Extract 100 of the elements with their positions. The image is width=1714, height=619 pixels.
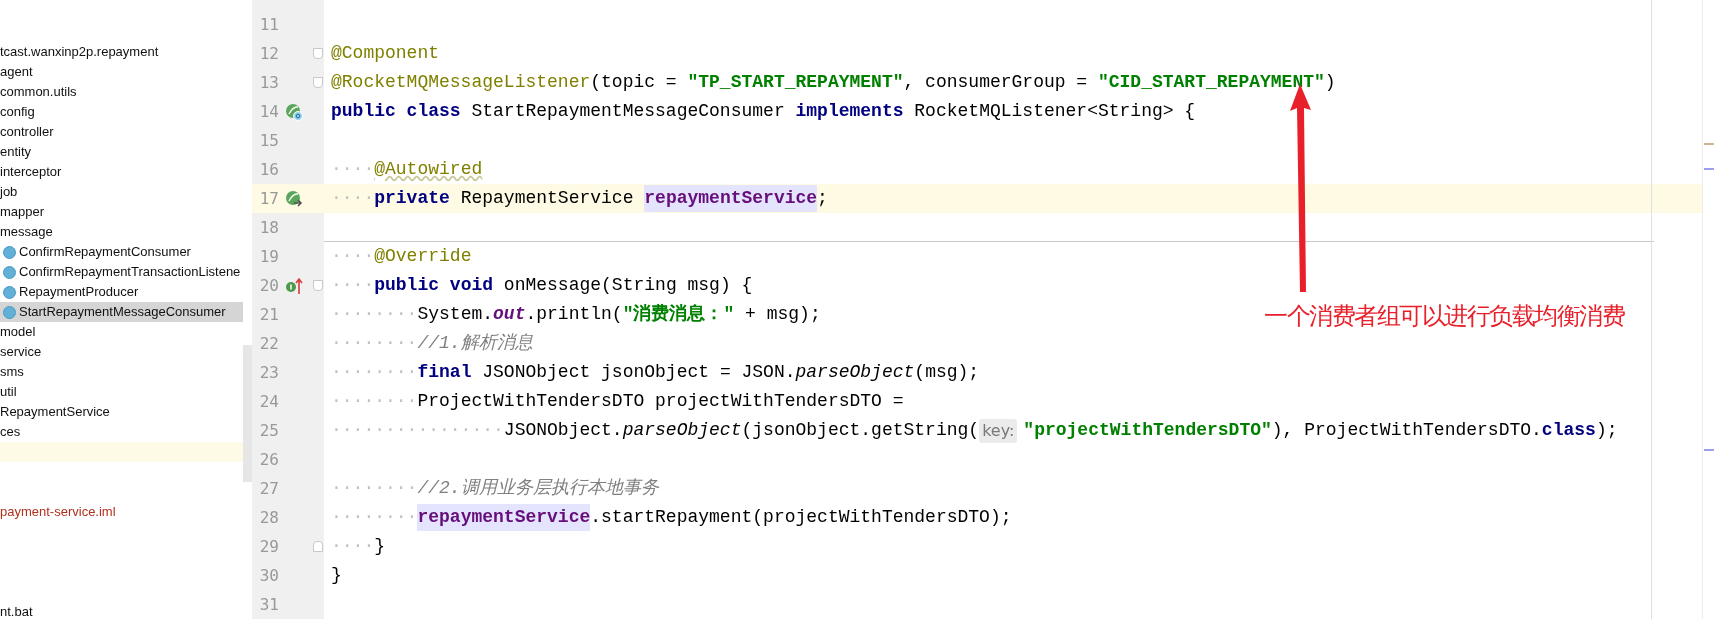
- code-keyword: class: [1541, 419, 1596, 442]
- class-icon: [3, 245, 16, 259]
- code-text: JSONObject jsonObject = JSON.: [481, 361, 796, 384]
- code-static-method: parseObject: [622, 419, 742, 442]
- code-string: "消费消息：": [622, 303, 735, 326]
- fold-marker[interactable]: [313, 48, 323, 59]
- code-text: RepaymentService: [459, 187, 635, 210]
- code-text: ProjectWithTendersDTO projectWithTendersDTO =: [417, 390, 904, 413]
- whitespace-dots: ········: [331, 361, 418, 384]
- line-number: 30: [258, 564, 279, 587]
- whitespace-dots: ····: [331, 274, 375, 297]
- line-number: 31: [258, 593, 279, 616]
- tree-item[interactable]: ces: [0, 422, 243, 442]
- code-keyword: public void: [374, 274, 494, 297]
- code-text: );: [1595, 419, 1618, 442]
- code-field: repaymentService: [417, 504, 591, 531]
- tree-item[interactable]: interceptor: [0, 162, 243, 182]
- tree-item[interactable]: controller: [0, 122, 243, 142]
- tree-item[interactable]: mapper: [0, 202, 243, 222]
- tree-item[interactable]: RepaymentProducer: [0, 282, 243, 302]
- bean-class-icon[interactable]: [285, 102, 303, 121]
- whitespace-dots: ········: [331, 390, 418, 413]
- tree-item[interactable]: ConfirmRepaymentTransactionListene: [0, 262, 243, 282]
- tree-item[interactable]: sms: [0, 362, 243, 382]
- tree-item[interactable]: config: [0, 102, 243, 122]
- whitespace-dots: ················: [331, 419, 504, 442]
- line-number: 15: [258, 129, 279, 152]
- tree-item[interactable]: tcast.wanxinp2p.repayment: [0, 42, 243, 62]
- tree-item[interactable]: payment-service.iml: [0, 502, 243, 522]
- line-number: 25: [258, 419, 279, 442]
- code-comment: //2.调用业务层执行本地事务: [417, 477, 659, 500]
- code-field: repaymentService: [644, 185, 818, 212]
- fold-marker[interactable]: [313, 280, 323, 291]
- tree-item[interactable]: nt.bat: [0, 602, 243, 619]
- tree-item[interactable]: model: [0, 322, 243, 342]
- line-number: 14: [258, 100, 279, 123]
- tree-item[interactable]: StartRepaymentMessageConsumer: [0, 302, 243, 322]
- tree-item[interactable]: RepaymentService: [0, 402, 243, 422]
- fold-marker[interactable]: [313, 541, 323, 552]
- line-number: 22: [258, 332, 279, 355]
- tree-item[interactable]: entity: [0, 142, 243, 162]
- implements-up-arrow-icon[interactable]: [285, 276, 305, 295]
- code-text: System.: [417, 303, 494, 326]
- tree-item[interactable]: ConfirmRepaymentConsumer: [0, 242, 243, 262]
- line-number: 20: [258, 274, 279, 297]
- code-text: , consumerGroup =: [903, 71, 1089, 94]
- tree-item[interactable]: job: [0, 182, 243, 202]
- code-text: ): [1324, 71, 1336, 94]
- code-keyword: implements: [795, 100, 904, 123]
- tree-item[interactable]: message: [0, 222, 243, 242]
- annotation-text: 一个消费者组可以进行负载均衡消费: [1264, 301, 1624, 331]
- line-number: 12: [258, 42, 279, 65]
- code-text: (jsonObject.getString(: [741, 419, 980, 442]
- line-number: 16: [258, 158, 279, 181]
- code-comment: //1.解析消息: [417, 332, 533, 355]
- class-icon: [3, 265, 16, 279]
- code-keyword: public class: [331, 100, 461, 123]
- code-text: + msg);: [744, 303, 821, 326]
- code-text: }: [331, 564, 342, 587]
- tree-item[interactable]: util: [0, 382, 243, 402]
- whitespace-dots: ········: [331, 303, 418, 326]
- code-text: (topic =: [590, 71, 678, 94]
- whitespace-dots: ········: [331, 506, 418, 529]
- fold-marker[interactable]: [313, 77, 323, 88]
- code-text: .println(: [525, 303, 623, 326]
- tree-item[interactable]: agent: [0, 62, 243, 82]
- code-text: RocketMQListener<String> {: [913, 100, 1196, 123]
- code-text: }: [374, 535, 386, 558]
- line-number: 24: [258, 390, 279, 413]
- code-text: StartRepaymentMessageConsumer: [470, 100, 786, 123]
- scrollbar-thumb[interactable]: [243, 345, 252, 482]
- line-number: 28: [258, 506, 279, 529]
- error-stripe-mark[interactable]: [1704, 143, 1714, 145]
- whitespace-dots: ····: [331, 535, 375, 558]
- tree-item[interactable]: common.utils: [0, 82, 243, 102]
- class-icon: [3, 305, 16, 319]
- tree-item[interactable]: service: [0, 342, 243, 362]
- line-number: 21: [258, 303, 279, 326]
- line-number: 18: [258, 216, 279, 239]
- code-text: ), ProjectWithTendersDTO.: [1271, 419, 1542, 442]
- whitespace-dots: ····: [331, 245, 375, 268]
- code-static-method: parseObject: [795, 361, 915, 384]
- whitespace-dots: ········: [331, 332, 418, 355]
- class-icon: [3, 285, 16, 299]
- code-text: ;: [817, 187, 828, 210]
- line-number: 27: [258, 477, 279, 500]
- code-string: "projectWithTendersDTO": [1023, 419, 1272, 442]
- line-number: 29: [258, 535, 279, 558]
- line-number: 19: [258, 245, 279, 268]
- code-text: .startRepayment(projectWithTendersDTO);: [590, 506, 1012, 529]
- whitespace-dots: ····: [331, 158, 375, 181]
- code-annotation: @Component: [331, 42, 440, 65]
- code-annotation: @Autowired: [374, 158, 483, 181]
- code-static-field: out: [493, 301, 526, 328]
- parameter-hint: key:: [979, 418, 1018, 443]
- error-stripe-mark[interactable]: [1704, 168, 1714, 170]
- code-annotation: @Override: [374, 245, 472, 268]
- code-keyword: private: [374, 187, 450, 210]
- error-stripe-mark[interactable]: [1704, 449, 1714, 451]
- whitespace-dots: ········: [331, 477, 418, 500]
